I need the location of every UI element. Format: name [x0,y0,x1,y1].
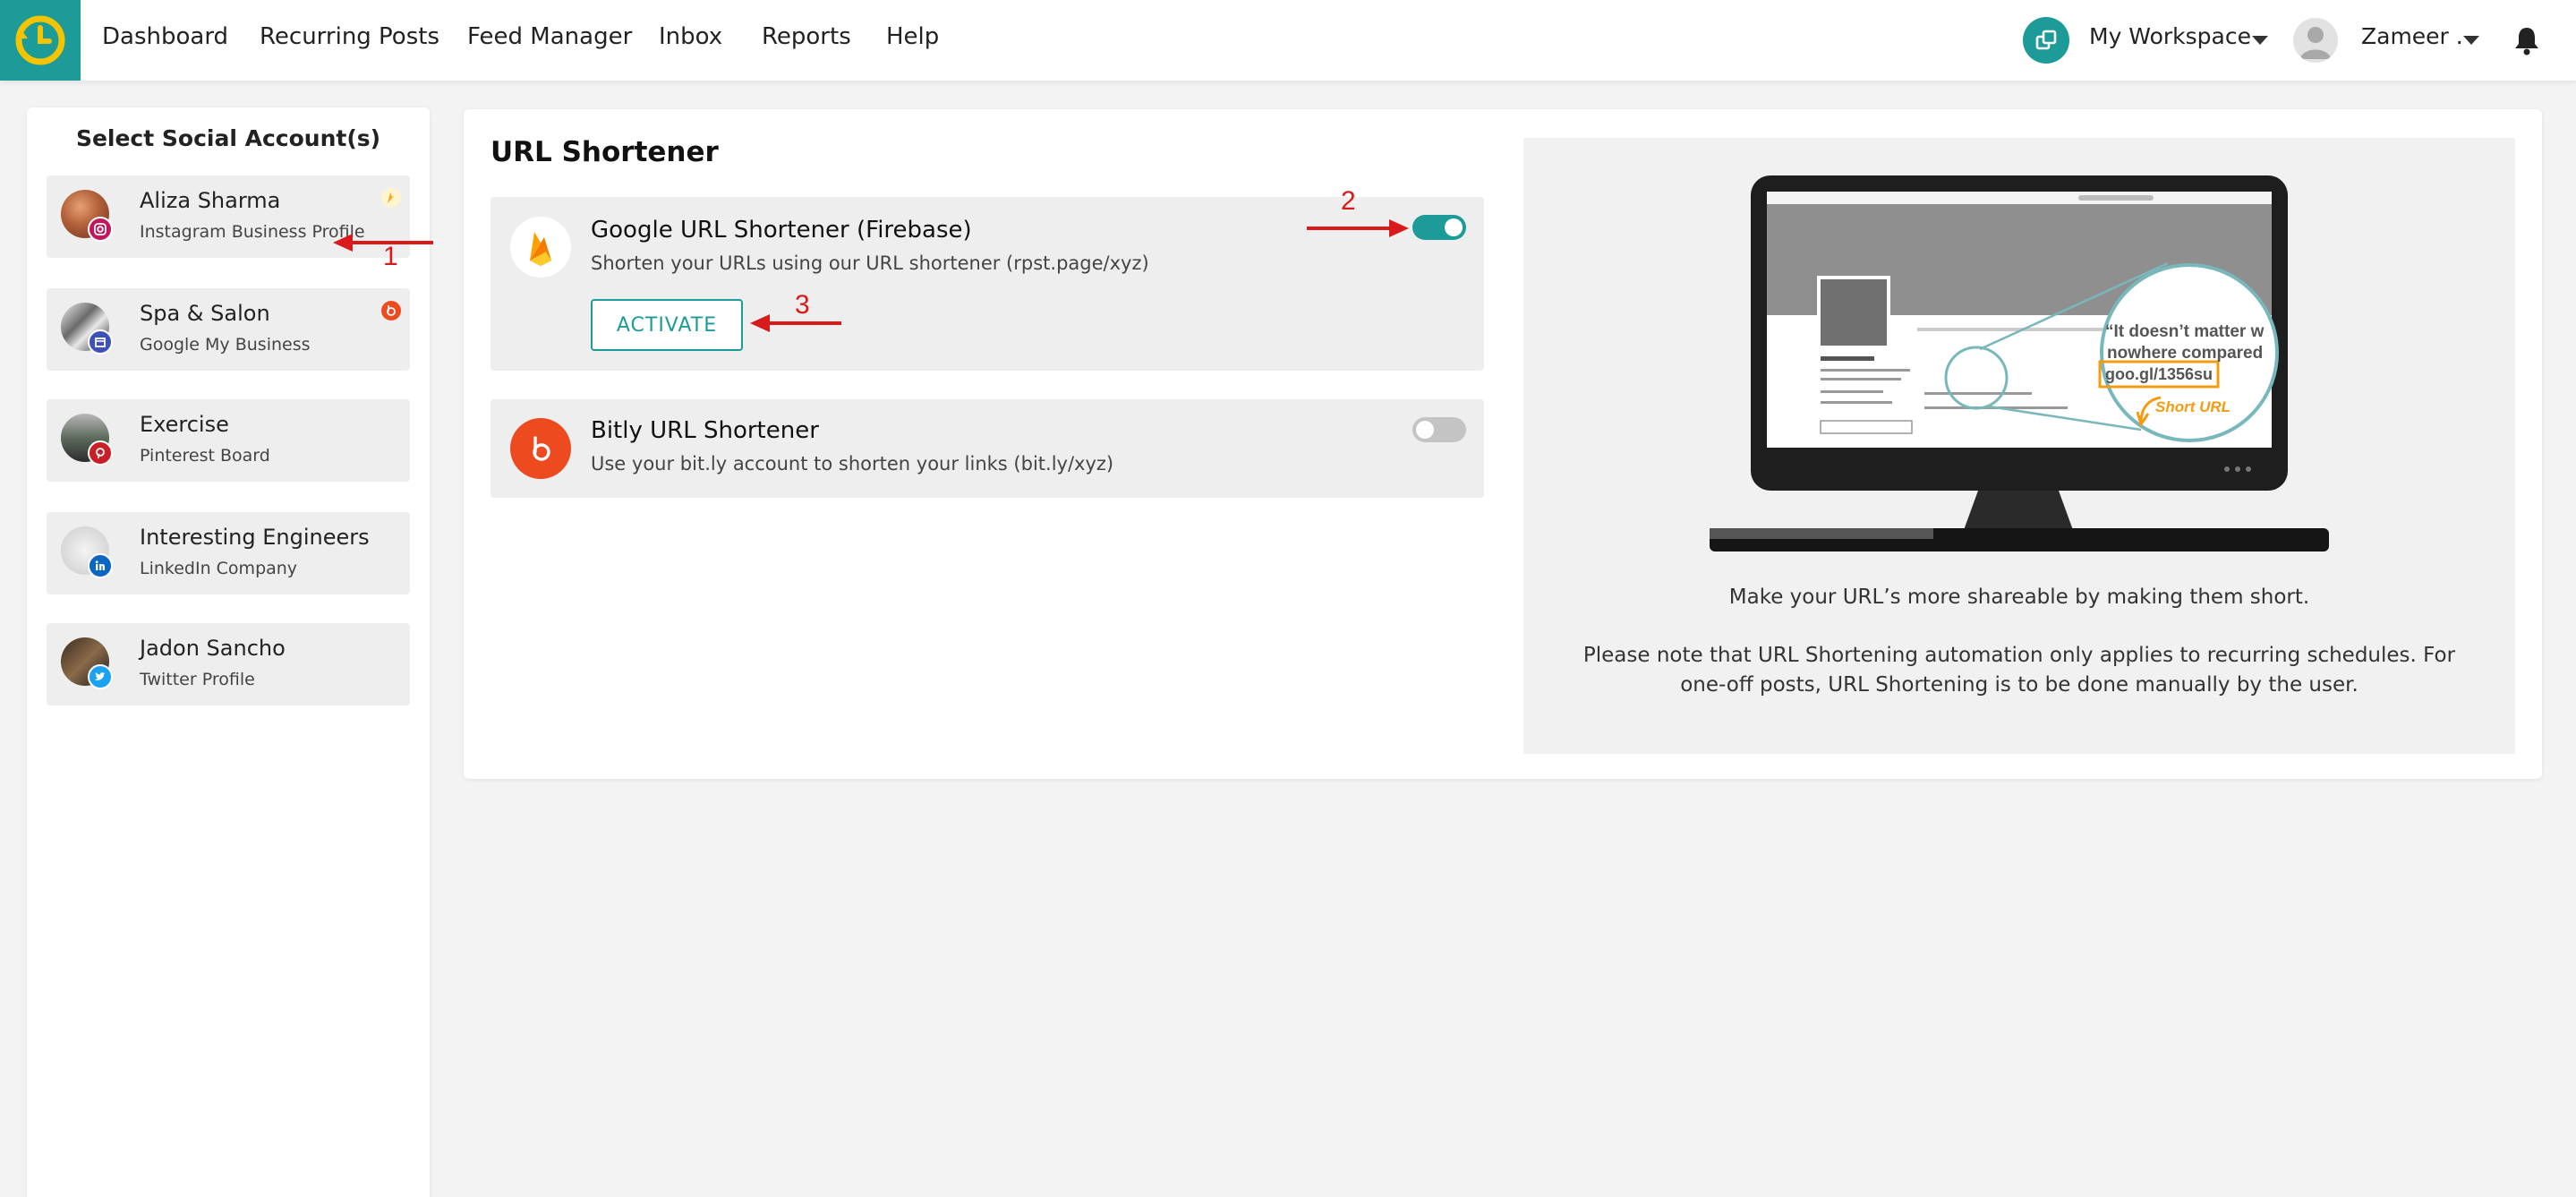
account-type: Twitter Profile [140,670,255,689]
service-name: Bitly URL Shortener [591,417,819,444]
preview-note: Please note that URL Shortening automati… [1582,644,2456,697]
workspace-icon[interactable] [2023,17,2069,64]
top-navigation-bar: Dashboard Recurring Posts Feed Manager I… [0,0,2576,81]
monitor-illustration: “It doesn’t matter w nowhere compared go… [1710,175,2329,551]
preview-short-link: goo.gl/1356su [2105,365,2213,383]
preview-short-url-label: Short URL [2155,398,2231,415]
account-item-exercise[interactable]: Exercise Pinterest Board [47,399,410,482]
google-my-business-icon [88,329,113,355]
service-description: Use your bit.ly account to shorten your … [591,453,1114,475]
account-name: Spa & Salon [140,301,270,326]
url-shortener-preview-panel: “It doesn’t matter w nowhere compared go… [1523,138,2515,754]
nav-reports[interactable]: Reports [762,23,851,50]
account-type: Pinterest Board [140,446,270,466]
toggle-knob [1445,218,1463,236]
page-title: URL Shortener [490,136,719,168]
social-accounts-sidebar: Select Social Account(s) Aliza Sharma In… [27,107,430,1197]
user-avatar[interactable] [2293,18,2338,63]
account-type: LinkedIn Company [140,559,298,578]
twitter-icon [88,664,113,689]
service-bitly-url-shortener: Bitly URL Shortener Use your bit.ly acco… [490,399,1484,498]
google-shortener-toggle[interactable] [1412,215,1466,240]
user-chevron-down-icon[interactable] [2463,36,2479,45]
workspace-switch-icon [2035,30,2057,50]
workspace-selector[interactable]: My Workspace [2089,23,2251,49]
app-logo[interactable] [0,0,81,81]
account-item-jadon-sancho[interactable]: Jadon Sancho Twitter Profile [47,623,410,705]
nav-recurring-posts[interactable]: Recurring Posts [260,23,439,50]
nav-inbox[interactable]: Inbox [659,23,722,50]
clock-logo-icon [15,15,65,65]
workspace-chevron-down-icon[interactable] [2252,36,2268,45]
user-silhouette-icon [2300,27,2331,59]
linkedin-icon [88,553,113,578]
preview-caption: Make your URL’s more shareable by making… [1728,586,2310,609]
account-name: Aliza Sharma [140,188,281,213]
activate-button[interactable]: ACTIVATE [591,299,743,351]
account-item-spa-salon[interactable]: Spa & Salon Google My Business [47,288,410,371]
annotation-number-1: 1 [383,242,398,271]
annotation-arrow-1 [333,234,433,252]
nav-feed-manager[interactable]: Feed Manager [467,23,632,50]
account-name: Exercise [140,412,229,437]
service-name: Google URL Shortener (Firebase) [591,217,972,244]
firebase-small-icon [381,188,401,208]
annotation-arrow-2 [1307,219,1409,237]
url-shortener-card: URL Shortener Google URL Shortener (Fire… [464,109,2542,779]
account-name: Interesting Engineers [140,525,370,550]
bitly-small-icon [381,301,401,321]
preview-quote-line2: nowhere compared [2107,344,2263,363]
notification-bell-icon[interactable] [2513,25,2540,59]
firebase-icon [510,217,571,278]
pinterest-icon [88,440,113,466]
annotation-number-2: 2 [1341,186,1356,216]
bitly-shortener-toggle[interactable] [1412,417,1466,442]
instagram-icon [88,217,113,242]
preview-quote-line1: “It doesn’t matter w [2105,322,2265,341]
toggle-knob [1416,421,1434,439]
sidebar-title: Select Social Account(s) [75,125,381,151]
account-name: Jadon Sancho [140,636,286,661]
nav-help[interactable]: Help [886,23,939,50]
service-description: Shorten your URLs using our URL shortene… [591,252,1149,274]
user-menu[interactable]: Zameer . [2361,23,2463,49]
nav-dashboard[interactable]: Dashboard [102,23,228,50]
account-type: Google My Business [140,335,311,355]
annotation-number-3: 3 [795,290,810,320]
bitly-icon [510,418,571,479]
account-item-interesting-engineers[interactable]: Interesting Engineers LinkedIn Company [47,512,410,594]
